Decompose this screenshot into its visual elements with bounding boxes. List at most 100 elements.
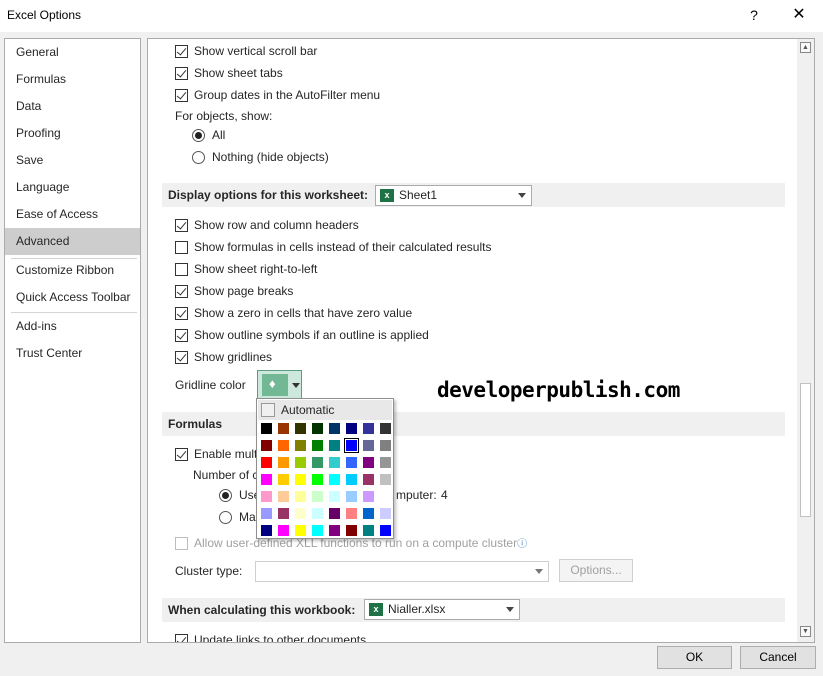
- row-column-headers-checkbox[interactable]: [175, 219, 188, 232]
- color-swatch[interactable]: [345, 422, 358, 435]
- gridlines-checkbox[interactable]: [175, 351, 188, 364]
- cluster-options-button[interactable]: Options...: [559, 559, 633, 582]
- color-swatch[interactable]: [379, 490, 392, 503]
- nav-item-language[interactable]: Language: [5, 174, 140, 201]
- color-swatch[interactable]: [344, 438, 359, 453]
- right-to-left-checkbox[interactable]: [175, 263, 188, 276]
- color-swatch[interactable]: [294, 490, 307, 503]
- color-swatch[interactable]: [260, 507, 273, 520]
- cancel-button[interactable]: Cancel: [740, 646, 816, 669]
- color-swatch[interactable]: [328, 490, 341, 503]
- color-swatch[interactable]: [277, 439, 290, 452]
- color-swatch[interactable]: [362, 439, 375, 452]
- sheet-tabs-checkbox[interactable]: [175, 67, 188, 80]
- color-swatch[interactable]: [379, 422, 392, 435]
- nav-item-customize-ribbon[interactable]: Customize Ribbon: [5, 257, 140, 284]
- color-swatch[interactable]: [379, 439, 392, 452]
- outline-symbols-checkbox[interactable]: [175, 329, 188, 342]
- nav-item-add-ins[interactable]: Add-ins: [5, 313, 140, 340]
- color-swatch[interactable]: [345, 456, 358, 469]
- color-swatch[interactable]: [260, 524, 273, 537]
- color-swatch[interactable]: [345, 490, 358, 503]
- color-swatch[interactable]: [379, 524, 392, 537]
- color-swatch[interactable]: [328, 422, 341, 435]
- color-swatch[interactable]: [277, 473, 290, 486]
- color-swatch[interactable]: [260, 439, 273, 452]
- color-swatch[interactable]: [260, 473, 273, 486]
- objects-all-radio[interactable]: [192, 129, 205, 142]
- nav-item-save[interactable]: Save: [5, 147, 140, 174]
- color-swatch[interactable]: [362, 473, 375, 486]
- objects-nothing-radio[interactable]: [192, 151, 205, 164]
- formulas-in-cells-checkbox[interactable]: [175, 241, 188, 254]
- color-swatch[interactable]: [345, 473, 358, 486]
- group-dates-checkbox[interactable]: [175, 89, 188, 102]
- color-swatch[interactable]: [260, 456, 273, 469]
- page-breaks-checkbox[interactable]: [175, 285, 188, 298]
- update-links-checkbox[interactable]: [175, 634, 188, 642]
- color-swatch[interactable]: [260, 490, 273, 503]
- color-swatch[interactable]: [311, 490, 324, 503]
- color-swatch[interactable]: [345, 524, 358, 537]
- color-swatch[interactable]: [311, 439, 324, 452]
- color-swatch[interactable]: [362, 524, 375, 537]
- nav-item-quick-access-toolbar[interactable]: Quick Access Toolbar: [5, 284, 140, 311]
- color-swatch[interactable]: [362, 456, 375, 469]
- zero-values-checkbox[interactable]: [175, 307, 188, 320]
- color-swatch[interactable]: [379, 456, 392, 469]
- color-swatch[interactable]: [277, 507, 290, 520]
- content-scrollbar[interactable]: ▲ ▼: [797, 39, 814, 642]
- color-swatch[interactable]: [328, 473, 341, 486]
- scroll-up-icon[interactable]: ▲: [800, 42, 811, 53]
- color-swatch[interactable]: [277, 422, 290, 435]
- color-swatch[interactable]: [294, 524, 307, 537]
- color-swatch[interactable]: [294, 439, 307, 452]
- ok-button[interactable]: OK: [657, 646, 732, 669]
- color-swatch[interactable]: [328, 439, 341, 452]
- color-swatch[interactable]: [311, 422, 324, 435]
- gridline-color-button[interactable]: ♦: [257, 370, 302, 400]
- color-swatch[interactable]: [328, 456, 341, 469]
- use-all-processors-radio[interactable]: [219, 489, 232, 502]
- nav-item-general[interactable]: General: [5, 39, 140, 66]
- nav-item-formulas[interactable]: Formulas: [5, 66, 140, 93]
- automatic-color-option[interactable]: Automatic: [258, 400, 392, 420]
- color-swatch[interactable]: [311, 524, 324, 537]
- workbook-select[interactable]: x Nialler.xlsx: [364, 599, 520, 620]
- scroll-down-icon[interactable]: ▼: [800, 626, 811, 637]
- info-icon[interactable]: ⓘ: [517, 539, 527, 550]
- nav-item-advanced[interactable]: Advanced: [5, 228, 140, 255]
- color-swatch[interactable]: [277, 524, 290, 537]
- color-swatch[interactable]: [294, 507, 307, 520]
- vertical-scroll-bar-checkbox[interactable]: [175, 45, 188, 58]
- color-swatch[interactable]: [379, 507, 392, 520]
- allow-xll-checkbox[interactable]: [175, 537, 188, 550]
- color-swatch[interactable]: [311, 473, 324, 486]
- color-swatch[interactable]: [277, 490, 290, 503]
- nav-item-trust-center[interactable]: Trust Center: [5, 340, 140, 367]
- color-swatch[interactable]: [311, 507, 324, 520]
- color-swatch[interactable]: [294, 422, 307, 435]
- manual-threads-radio[interactable]: [219, 511, 232, 524]
- nav-item-data[interactable]: Data: [5, 93, 140, 120]
- close-button[interactable]: ✕: [784, 4, 814, 26]
- multithreaded-calc-checkbox[interactable]: [175, 448, 188, 461]
- color-swatch[interactable]: [260, 422, 273, 435]
- nav-item-ease-of-access[interactable]: Ease of Access: [5, 201, 140, 228]
- color-swatch[interactable]: [294, 473, 307, 486]
- color-swatch[interactable]: [277, 456, 290, 469]
- worksheet-select[interactable]: x Sheet1: [375, 185, 532, 206]
- color-swatch[interactable]: [328, 524, 341, 537]
- color-swatch[interactable]: [362, 490, 375, 503]
- color-swatch[interactable]: [311, 456, 324, 469]
- nav-item-proofing[interactable]: Proofing: [5, 120, 140, 147]
- color-swatch[interactable]: [345, 507, 358, 520]
- color-swatch[interactable]: [379, 473, 392, 486]
- help-button[interactable]: ?: [742, 4, 766, 26]
- color-swatch[interactable]: [328, 507, 341, 520]
- color-swatch[interactable]: [294, 456, 307, 469]
- color-swatch[interactable]: [362, 422, 375, 435]
- cluster-type-select[interactable]: [255, 561, 549, 582]
- color-swatch[interactable]: [362, 507, 375, 520]
- scroll-thumb[interactable]: [800, 383, 811, 517]
